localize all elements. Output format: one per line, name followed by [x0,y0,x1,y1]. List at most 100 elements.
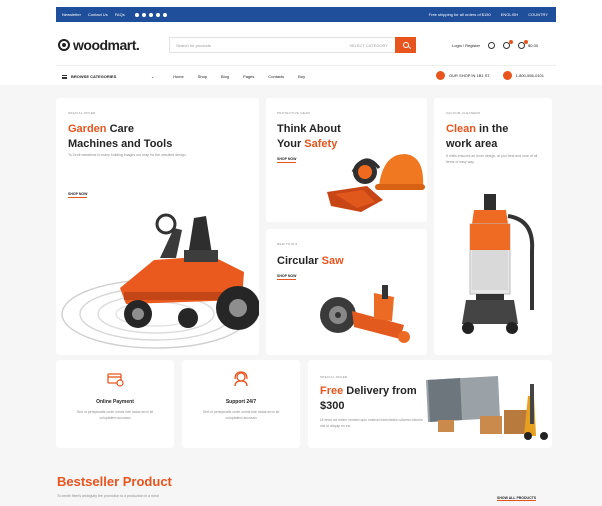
saw-kicker: NEW TOOLS [277,242,298,246]
delivery-title-rest: Delivery from [343,385,417,397]
nav-item-blog[interactable]: Blog [221,74,229,79]
nav-item-home[interactable]: Home [173,74,184,79]
facebook-icon[interactable] [134,12,139,17]
saw-title: Circular Saw [277,254,344,269]
payment-icon [107,373,124,387]
clean-title-line2: work area [446,137,498,150]
site-logo[interactable]: woodmart. [58,37,140,53]
search-category-select[interactable]: SELECT CATEGORY [349,43,388,48]
delivery-kicker: SPECIAL OFFER [320,375,348,379]
language-select[interactable]: COUNTRY [528,12,548,17]
topbar-link-contact[interactable]: Contact Us [88,12,108,17]
telegram-icon[interactable] [162,12,167,17]
support-desc: Sed ut perspiciatis unde omnis iste natu… [202,410,280,420]
site-header: woodmart. Search for products SELECT CAT… [56,26,556,64]
twitter-icon[interactable] [141,12,146,17]
top-bar-links: Newsletter Contact Us FAQs [62,12,167,17]
shipping-notice: Free shipping for all orders of $150 [428,12,491,17]
payment-title: Online Payment [96,399,134,405]
saw-title-plain: Circular [277,255,322,267]
store-location-link[interactable]: OUR SHOP IN 1B1 ST. [436,71,491,80]
support-title: Support 24/7 [225,399,257,405]
search-input[interactable]: Search for products [176,43,211,48]
currency-select[interactable]: ENGLISH [501,12,519,17]
payment-desc: Sed ut perspiciatis unde omnis iste natu… [76,410,154,420]
safety-kicker: PROTECTIVE GEAR [277,111,311,115]
feature-card-support: Support 24/7 Sed ut perspiciatis unde om… [182,360,300,448]
nav-right: OUR SHOP IN 1B1 ST. 1-800-555-0101 [436,71,544,80]
compare-count-badge [509,40,514,44]
garden-desc: To Zenit variations to many building ima… [68,153,187,157]
promo-card-delivery[interactable]: SPECIAL OFFER Free Delivery from $300 Ut… [308,360,552,448]
cart-count-badge [524,40,529,44]
instagram-icon[interactable] [148,12,153,17]
topbar-link-newsletter[interactable]: Newsletter [62,12,81,17]
show-all-products-link[interactable]: SHOW ALL PRODUCTS [497,496,537,501]
garden-kicker: SPECIAL OFFER [68,111,96,115]
clean-title-accent: Clean [446,123,476,135]
logo-icon [58,39,70,51]
cart-total: $0.00 [528,43,539,48]
search-button[interactable] [395,37,416,53]
top-bar-right: Free shipping for all orders of $150 ENG… [429,12,548,17]
account-link[interactable]: Login / Register [452,43,480,48]
safety-title-line1: Think About [277,123,341,135]
logo-text: woodmart. [73,37,140,53]
nav-item-contacts[interactable]: Contacts [268,74,284,79]
cart-button[interactable]: $0.00 [518,40,539,49]
wishlist-icon[interactable] [488,42,496,49]
social-icons [134,12,167,17]
garden-title-accent: Garden [68,123,107,135]
nav-item-pages[interactable]: Pages [243,74,254,79]
delivery-title-accent: Free [320,385,344,397]
header-actions: Login / Register $0.00 [452,40,539,49]
vacuum-cleaner-image [462,194,535,334]
delivery-title: Free Delivery from $300 [320,384,417,414]
browse-categories-button[interactable]: BROWSE CATEGORIES [62,74,116,79]
main-nav: BROWSE CATEGORIES ⌄ Home Shop Blog Pages… [56,65,556,85]
linkedin-icon[interactable] [155,12,160,17]
promo-card-safety[interactable]: PROTECTIVE GEAR Think About Your Safety … [266,98,427,222]
safety-helmet-image [327,154,425,212]
lawn-tractor-image [61,213,259,349]
delivery-title-line2: $300 [320,399,345,412]
delivery-desc: Ut enim ad minim veniam quis nostrud exe… [320,418,423,428]
clean-title-rest: in the [475,123,509,135]
browse-categories-label: BROWSE CATEGORIES [71,74,117,79]
cart-icon [518,40,529,49]
top-bar: Newsletter Contact Us FAQs Free shipping… [56,7,556,22]
nav-menu: Home Shop Blog Pages Contacts Buy [173,74,305,79]
promo-card-saw[interactable]: NEW TOOLS Circular Saw SHOP NOW [266,229,427,355]
delivery-truck-image [426,376,548,440]
phone-label: 1-800-555-0101 [515,73,544,78]
garden-title: Garden Care Machines and Tools [68,122,172,152]
nav-item-shop[interactable]: Shop [198,74,207,79]
bestseller-title: Bestseller Product [57,474,172,489]
chevron-down-icon: ⌄ [151,74,155,79]
search-bar[interactable]: Search for products SELECT CATEGORY [169,37,416,53]
bestseller-subtitle: To zenith fleet's ambiguity the promotio… [57,494,159,498]
headset-icon [234,371,248,387]
store-location-label: OUR SHOP IN 1B1 ST. [449,73,491,78]
search-icon [402,42,409,48]
location-icon [436,71,446,80]
clean-desc: If chills ensured an inner design, at yo… [446,154,538,164]
nav-item-buy[interactable]: Buy [298,74,305,79]
clean-title: Clean in the work area [446,122,508,152]
compare-icon[interactable] [503,40,514,49]
circular-saw-image [320,285,410,343]
phone-link[interactable]: 1-800-555-0101 [502,71,544,80]
saw-shop-now-link[interactable]: SHOP NOW [277,274,297,280]
promo-card-vacuum[interactable]: VACUUM CLEANERS Clean in the work area I… [434,98,552,355]
safety-shop-now-link[interactable]: SHOP NOW [277,157,297,163]
promo-card-garden[interactable]: SPECIAL OFFER Garden Care Machines and T… [56,98,259,355]
garden-title-rest: Care [106,123,135,135]
page-content: SPECIAL OFFER Garden Care Machines and T… [0,85,602,506]
phone-icon [502,71,512,80]
menu-icon [62,74,67,79]
garden-title-line2: Machines and Tools [68,137,173,150]
clean-kicker: VACUUM CLEANERS [446,111,481,115]
topbar-link-faqs[interactable]: FAQs [115,12,125,17]
safety-title-plain: Your [277,137,305,150]
saw-title-accent: Saw [321,255,344,267]
